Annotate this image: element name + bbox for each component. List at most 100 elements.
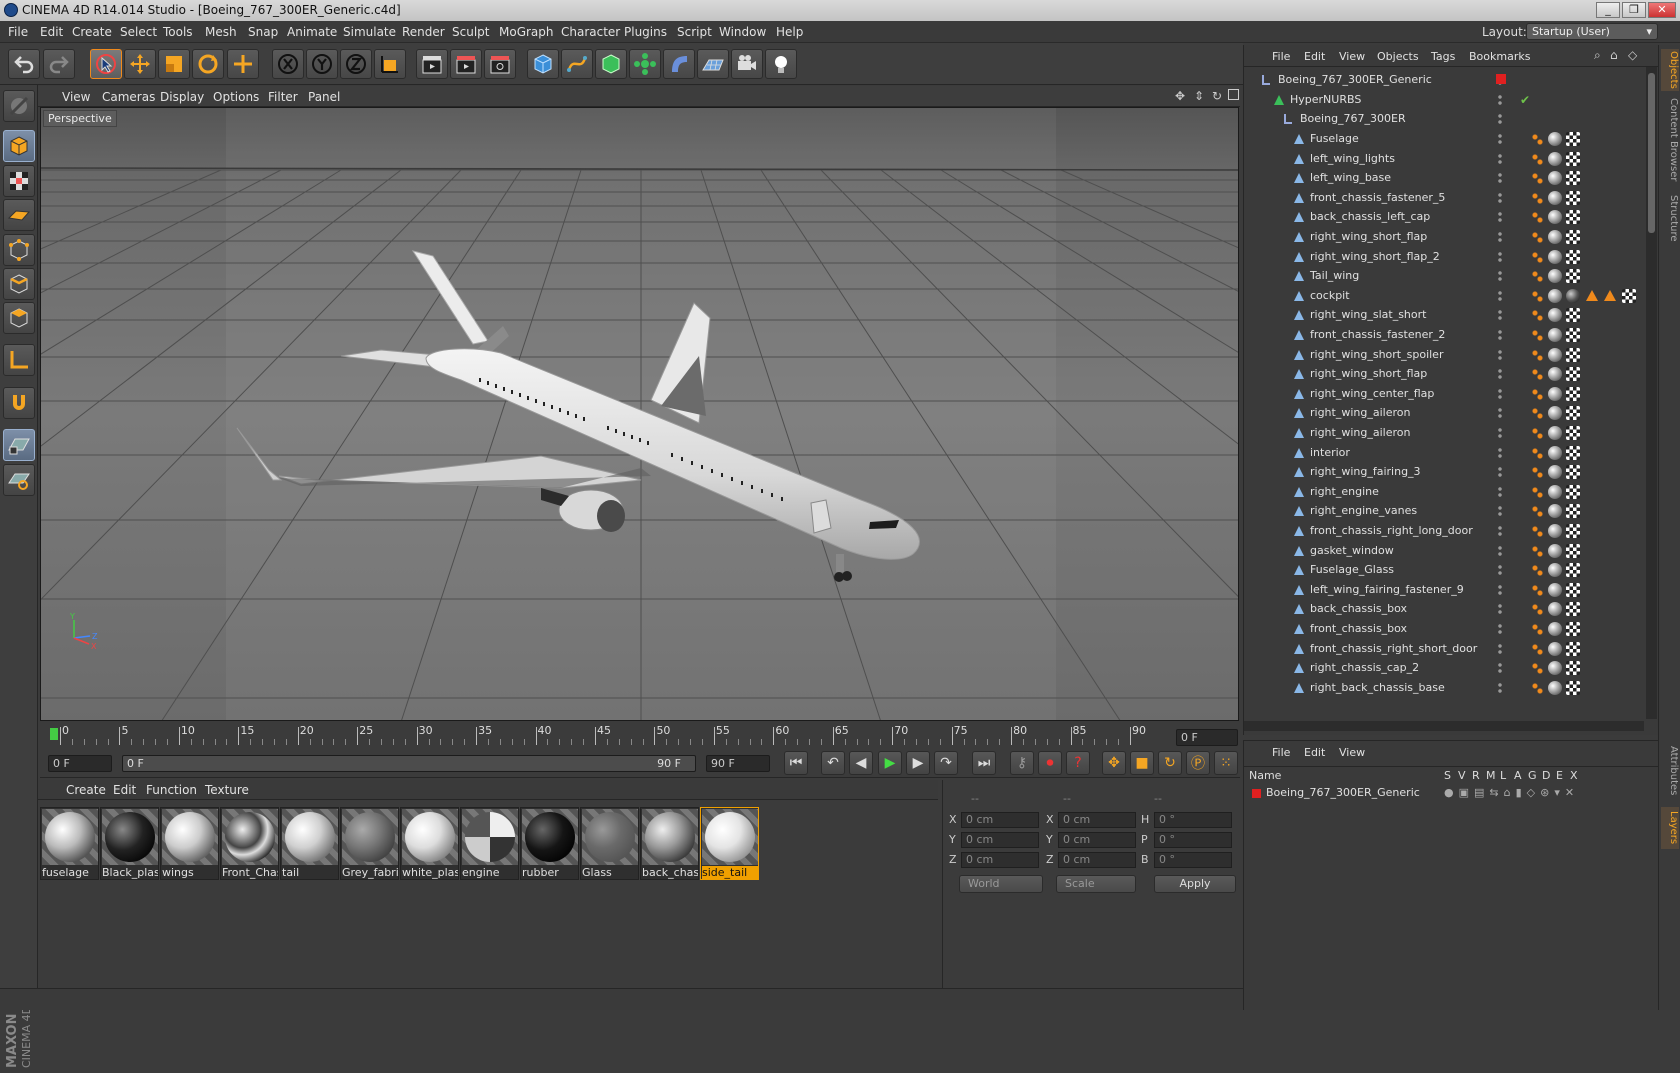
filter-icon[interactable]: ◇ bbox=[1628, 48, 1637, 62]
phong-tag-icon[interactable] bbox=[1530, 132, 1544, 146]
visibility-dots-icon[interactable] bbox=[1498, 290, 1502, 301]
object-menu-bookmarks[interactable]: Bookmarks bbox=[1469, 50, 1530, 63]
object-row[interactable]: right_wing_aileron bbox=[1244, 403, 1644, 423]
add-array-button[interactable] bbox=[629, 49, 661, 79]
snapping-button[interactable] bbox=[3, 387, 35, 419]
material-swatch[interactable]: fuselage bbox=[40, 807, 99, 880]
make-editable-button[interactable] bbox=[3, 90, 35, 122]
material-swatch[interactable]: Black_plast bbox=[100, 807, 159, 880]
material-tag-icon[interactable] bbox=[1548, 328, 1562, 342]
material-swatch[interactable]: Grey_fabric bbox=[340, 807, 399, 880]
object-row[interactable]: left_wing_fairing_fastener_9 bbox=[1244, 580, 1644, 600]
uvw-tag-icon[interactable] bbox=[1566, 680, 1580, 695]
maximize-button[interactable]: ❐ bbox=[1622, 2, 1646, 18]
visibility-dots-icon[interactable] bbox=[1498, 447, 1502, 458]
material-tag-icon[interactable] bbox=[1548, 367, 1562, 382]
material-tag-icon[interactable] bbox=[1566, 288, 1580, 303]
object-scrollbar-thumb[interactable] bbox=[1648, 73, 1655, 233]
size-y-field[interactable]: 0 cm bbox=[1058, 832, 1136, 848]
material-tag-icon[interactable] bbox=[1548, 680, 1562, 695]
material-swatch[interactable]: engine bbox=[460, 807, 519, 880]
phong-tag-icon[interactable] bbox=[1530, 288, 1544, 303]
uvw-tag-icon[interactable] bbox=[1566, 269, 1580, 284]
render-to-picture-viewer-button[interactable] bbox=[450, 49, 482, 79]
uvw-tag-icon[interactable] bbox=[1566, 641, 1580, 656]
visibility-dots-icon[interactable] bbox=[1498, 330, 1502, 340]
tab-content-browser[interactable]: Content Browser bbox=[1661, 97, 1679, 183]
object-row[interactable]: back_chassis_box bbox=[1244, 599, 1644, 619]
viewport-maximize-icon[interactable] bbox=[1228, 89, 1239, 100]
uvw-tag-icon[interactable] bbox=[1566, 328, 1580, 342]
workplane-mode-button[interactable] bbox=[3, 199, 35, 231]
menu-sculpt[interactable]: Sculpt bbox=[452, 25, 489, 39]
add-spline-button[interactable] bbox=[561, 49, 593, 79]
render-settings-button[interactable] bbox=[484, 49, 516, 79]
uvw-tag-icon[interactable] bbox=[1566, 308, 1580, 323]
material-tag-icon[interactable] bbox=[1548, 445, 1562, 460]
phong-tag-icon[interactable] bbox=[1530, 524, 1544, 538]
object-scrollbar[interactable] bbox=[1646, 67, 1657, 719]
menu-select[interactable]: Select bbox=[120, 25, 157, 39]
next-key-button[interactable]: ↷ bbox=[934, 751, 958, 775]
rotate-tool-button[interactable] bbox=[192, 49, 224, 79]
menu-plugins[interactable]: Plugins bbox=[624, 25, 667, 39]
menu-window[interactable]: Window bbox=[719, 25, 766, 39]
record-keys-button[interactable]: ⚷ bbox=[1010, 751, 1034, 775]
workplane-grid-button[interactable] bbox=[3, 429, 35, 461]
minimize-button[interactable]: _ bbox=[1596, 2, 1620, 18]
object-hscrollbar[interactable] bbox=[1244, 721, 1644, 731]
phong-tag-icon[interactable] bbox=[1530, 171, 1544, 186]
uvw-tag-icon[interactable] bbox=[1566, 582, 1580, 597]
add-camera-button[interactable] bbox=[731, 49, 763, 79]
material-tag-icon[interactable] bbox=[1548, 641, 1562, 656]
material-tag-icon[interactable] bbox=[1548, 582, 1562, 597]
object-row[interactable]: front_chassis_right_short_door bbox=[1244, 639, 1644, 659]
uvw-tag-icon[interactable] bbox=[1566, 249, 1580, 264]
key-parameter-button[interactable]: Ⓟ bbox=[1186, 751, 1210, 775]
material-tag-icon[interactable] bbox=[1548, 269, 1562, 284]
object-row[interactable]: left_wing_base bbox=[1244, 168, 1644, 188]
material-menu-edit[interactable]: Edit bbox=[113, 783, 136, 797]
tab-layers[interactable]: Layers bbox=[1661, 807, 1679, 849]
viewport-pan-icon[interactable]: ✥ bbox=[1175, 89, 1185, 103]
material-tag-icon[interactable] bbox=[1548, 406, 1562, 421]
keyframe-selection-button[interactable]: ? bbox=[1066, 751, 1090, 775]
viewport-rotate-icon[interactable]: ↻ bbox=[1212, 89, 1222, 103]
object-row[interactable]: right_wing_aileron bbox=[1244, 423, 1644, 443]
material-tag-icon[interactable] bbox=[1548, 210, 1562, 225]
key-pla-button[interactable]: ⁙ bbox=[1214, 751, 1238, 775]
timeline-ruler[interactable]: 0 5 10 15 20 25 30 35 40 45 50 55 60 65 70 75 80 85 90 0 F bbox=[48, 723, 1238, 747]
object-row[interactable]: Fuselage_Glass bbox=[1244, 560, 1644, 580]
uvw-tag-icon[interactable] bbox=[1566, 347, 1580, 362]
end-frame-field[interactable]: 90 F bbox=[706, 755, 770, 772]
material-tag-icon[interactable] bbox=[1548, 524, 1562, 538]
object-menu-edit[interactable]: Edit bbox=[1304, 50, 1325, 63]
phong-tag-icon[interactable] bbox=[1530, 445, 1544, 460]
visibility-dots-icon[interactable] bbox=[1498, 192, 1502, 203]
add-light-button[interactable] bbox=[765, 49, 797, 79]
polygons-mode-button[interactable] bbox=[3, 302, 35, 334]
menu-file[interactable]: File bbox=[8, 25, 28, 39]
phong-tag-icon[interactable] bbox=[1530, 347, 1544, 362]
object-row[interactable]: back_chassis_left_cap bbox=[1244, 207, 1644, 227]
material-tag-icon[interactable] bbox=[1548, 543, 1562, 558]
apply-button[interactable]: Apply bbox=[1154, 875, 1236, 893]
object-row[interactable]: cockpit bbox=[1244, 286, 1644, 306]
close-button[interactable]: ✕ bbox=[1648, 2, 1676, 18]
menu-render[interactable]: Render bbox=[402, 25, 445, 39]
object-row[interactable]: front_chassis_box bbox=[1244, 619, 1644, 639]
object-row-group[interactable]: Boeing_767_300ER bbox=[1244, 109, 1644, 129]
viewport-menu-options[interactable]: Options bbox=[213, 90, 259, 104]
rot-p-field[interactable]: 0 ° bbox=[1154, 832, 1232, 848]
autokeying-button[interactable]: ⏺ bbox=[1038, 751, 1062, 775]
size-mode-dropdown[interactable]: Scale bbox=[1056, 875, 1136, 893]
object-row[interactable]: right_wing_short_flap bbox=[1244, 364, 1644, 384]
render-view-button[interactable] bbox=[416, 49, 448, 79]
layer-menu-file[interactable]: File bbox=[1272, 746, 1290, 759]
live-selection-button[interactable] bbox=[90, 49, 122, 79]
layer-color-swatch[interactable] bbox=[1252, 789, 1261, 798]
undo-button[interactable] bbox=[8, 49, 40, 79]
material-swatch[interactable]: Front_Chas bbox=[220, 807, 279, 880]
coordinate-system-button[interactable] bbox=[374, 49, 406, 79]
current-frame-field[interactable]: 0 F bbox=[1176, 729, 1238, 746]
